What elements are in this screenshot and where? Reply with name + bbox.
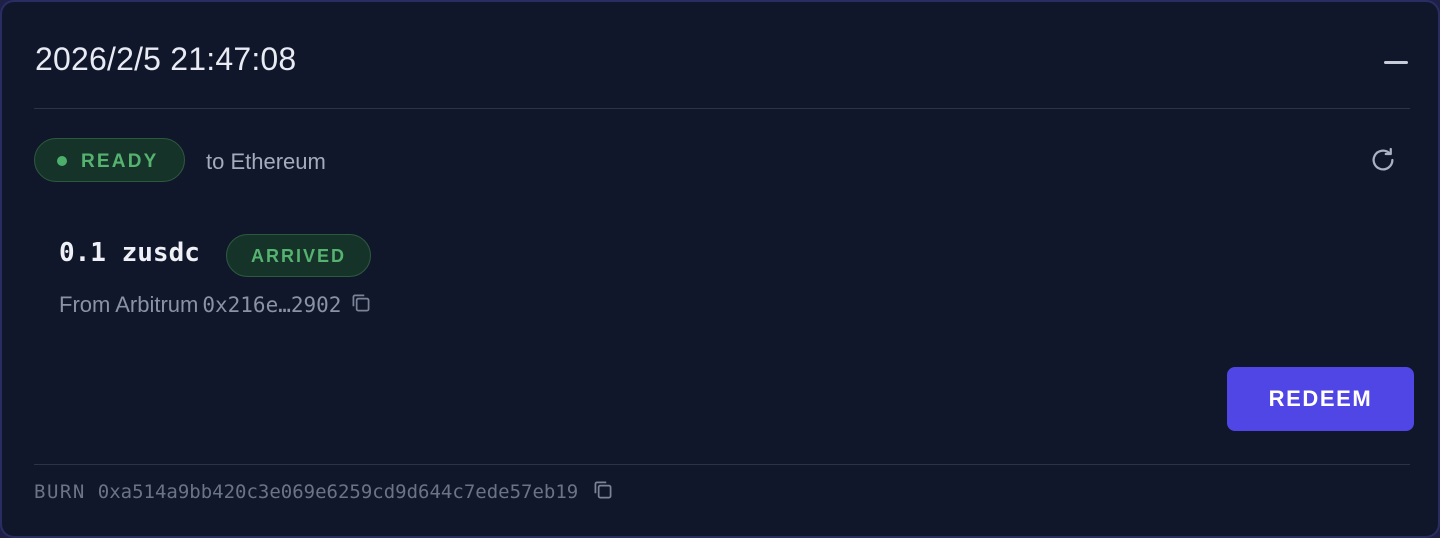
copy-icon [352,294,370,312]
card-footer: BURN 0xa514a9bb420c3e069e6259cd9d644c7ede… [34,464,1410,525]
source-line: From Arbitrum 0x216e…2902 [59,290,374,322]
source-chain: From Arbitrum [59,291,199,317]
source-address: 0x216e…2902 [202,292,342,317]
arrived-badge: ARRIVED [226,234,371,277]
arrived-label: ARRIVED [250,246,346,266]
burn-line: BURN 0xa514a9bb420c3e069e6259cd9d644c7ede… [34,477,616,508]
refresh-button[interactable] [1368,145,1398,175]
collapse-button[interactable] [1382,48,1410,76]
refresh-icon [1372,147,1394,171]
copy-burn-hash-button[interactable] [590,477,616,508]
status-row: READY to Ethereum [34,138,1406,184]
card-header: 2026/2/5 21:47:08 [34,2,1410,109]
status-badge: READY [34,138,185,182]
status-dot-icon [57,156,67,166]
transaction-card: 2026/2/5 21:47:08 READY to Ethereum 0.1 … [0,0,1440,538]
redeem-button[interactable]: REDEEM [1227,367,1414,431]
transfer-item: 0.1 zusdc ARRIVED From Arbitrum 0x216e…29… [59,234,759,324]
copy-source-address-button[interactable] [348,290,374,322]
minus-icon [1384,61,1408,64]
transfer-amount: 0.1 zusdc [59,238,200,268]
status-label: READY [81,151,159,172]
copy-icon [594,481,612,499]
burn-label: BURN [34,481,86,503]
transaction-timestamp: 2026/2/5 21:47:08 [35,41,297,77]
destination-chain: to Ethereum [206,149,326,174]
burn-tx-hash: 0xa514a9bb420c3e069e6259cd9d644c7ede57eb… [97,481,579,503]
